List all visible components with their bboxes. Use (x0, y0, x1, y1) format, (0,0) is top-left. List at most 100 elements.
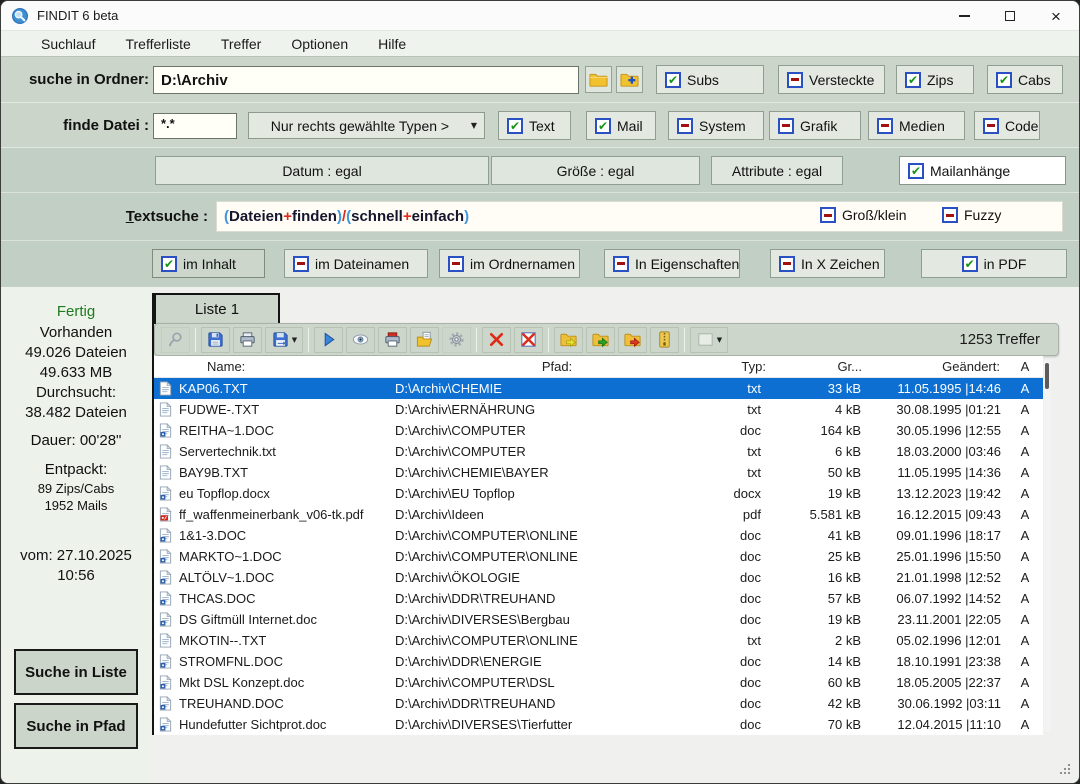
vertical-scrollbar[interactable] (1044, 360, 1051, 732)
close-button[interactable]: × (1033, 1, 1079, 31)
tab-liste-1[interactable]: Liste 1 (154, 293, 280, 324)
menu-item-suchlauf[interactable]: Suchlauf (41, 36, 95, 52)
file-type-doc-icon (159, 717, 172, 732)
file-name: THCAS.DOC (177, 588, 391, 609)
gro-klein-toggle[interactable]: Groß/klein (820, 207, 907, 223)
copy-folder-yellow-button[interactable] (554, 327, 583, 353)
menu-item-treffer[interactable]: Treffer (221, 36, 261, 52)
settings-gear-button[interactable] (442, 327, 471, 353)
file-type: doc (723, 672, 773, 693)
table-row[interactable]: ALTÖLV~1.DOCD:\Archiv\ÖKOLOGIEdoc16 kB21… (154, 567, 1043, 588)
table-row[interactable]: STROMFNL.DOCD:\Archiv\DDR\ENERGIEdoc14 k… (154, 651, 1043, 672)
maximize-button[interactable] (987, 1, 1033, 31)
im-inhalt-toggle[interactable]: ✔im Inhalt (152, 249, 265, 278)
column-header-typ[interactable]: Typ: (723, 356, 773, 377)
delete-all-button[interactable] (514, 327, 543, 353)
table-row[interactable]: 1&1-3.DOCD:\Archiv\COMPUTER\ONLINEdoc41 … (154, 525, 1043, 546)
toggle-label: Text (529, 118, 555, 134)
file-size: 16 kB (773, 567, 869, 588)
add-folder-button[interactable] (616, 66, 643, 93)
table-row[interactable]: Mkt DSL Konzept.docD:\Archiv\COMPUTER\DS… (154, 672, 1043, 693)
file-path: D:\Archiv\DDR\TREUHAND (391, 693, 723, 714)
im-dateinamen-toggle[interactable]: im Dateinamen (284, 249, 428, 278)
zips-toggle[interactable]: ✔Zips (896, 65, 974, 94)
file-icon-cell (154, 588, 177, 609)
file-pattern-input[interactable]: *.* (153, 113, 237, 139)
gr-e-filter-button[interactable]: Größe : egal (491, 156, 700, 185)
copy-folder-green-button[interactable] (586, 327, 615, 353)
file-path: D:\Archiv\DIVERSES\Tierfutter (391, 714, 723, 735)
column-header-name[interactable]: Name: (177, 356, 391, 377)
search-in-path-button[interactable]: Suche in Pfad (14, 703, 138, 749)
play-button[interactable] (314, 327, 343, 353)
medien-toggle[interactable]: Medien (868, 111, 965, 140)
column-header-icon[interactable] (154, 356, 177, 377)
copy-folder-red-button[interactable] (618, 327, 647, 353)
table-row[interactable]: ff_waffenmeinerbank_v06-tk.pdfD:\Archiv\… (154, 504, 1043, 525)
fuzzy-toggle[interactable]: Fuzzy (942, 207, 1001, 223)
toolbar-separator (548, 328, 549, 352)
print-report-button[interactable] (378, 327, 407, 353)
table-row[interactable]: MKOTIN--.TXTD:\Archiv\COMPUTER\ONLINEtxt… (154, 630, 1043, 651)
file-type-txt-icon (159, 402, 172, 417)
search-in-list-button[interactable]: Suche in Liste (14, 649, 138, 695)
file-modified: 18.05.2005 |22:37 (869, 672, 1007, 693)
browse-folder-button[interactable] (585, 66, 612, 93)
attribute-filter-button[interactable]: Attribute : egal (711, 156, 843, 185)
code-toggle[interactable]: Code (974, 111, 1040, 140)
mailanh-nge-toggle[interactable]: ✔Mailanhänge (899, 156, 1066, 185)
minimize-button[interactable] (941, 1, 987, 31)
type-filter-dropdown[interactable]: Nur rechts gewählte Typen > ▼ (248, 112, 485, 139)
column-header-gr[interactable]: Gr... (773, 356, 869, 377)
table-row[interactable]: BAY9B.TXTD:\Archiv\CHEMIE\BAYERtxt50 kB1… (154, 462, 1043, 483)
mail-toggle[interactable]: ✔Mail (586, 111, 656, 140)
in-pdf-toggle[interactable]: ✔in PDF (921, 249, 1067, 278)
cabs-toggle[interactable]: ✔Cabs (987, 65, 1063, 94)
preview-eye-button[interactable] (346, 327, 375, 353)
column-header-ge-ndert[interactable]: Geändert: (869, 356, 1007, 377)
menu-item-trefferliste[interactable]: Trefferliste (125, 36, 190, 52)
copy-folder-yellow-icon (559, 330, 578, 349)
menu-item-optionen[interactable]: Optionen (291, 36, 348, 52)
table-row[interactable]: TREUHAND.DOCD:\Archiv\DDR\TREUHANDdoc42 … (154, 693, 1043, 714)
duration-text: Dauer: 00'28" (1, 431, 151, 451)
subs-toggle[interactable]: ✔Subs (656, 65, 764, 94)
file-path: D:\Archiv\COMPUTER\ONLINE (391, 546, 723, 567)
column-header-pfad[interactable]: Pfad: (391, 356, 723, 377)
in-eigenschaften-toggle[interactable]: In Eigenschaften (604, 249, 740, 278)
menu-item-hilfe[interactable]: Hilfe (378, 36, 406, 52)
system-toggle[interactable]: System (668, 111, 764, 140)
column-header-a[interactable]: A (1007, 356, 1043, 377)
text-search-input[interactable]: (Dateien + finden) / (schnell + einfach)… (216, 201, 1063, 232)
grafik-toggle[interactable]: Grafik (769, 111, 861, 140)
in-x-zeichen-toggle[interactable]: In X Zeichen (770, 249, 885, 278)
delete-all-icon (519, 330, 538, 349)
versteckte-toggle[interactable]: Versteckte (778, 65, 885, 94)
table-row[interactable]: Hundefutter Sichtprot.docD:\Archiv\DIVER… (154, 714, 1043, 735)
search-again-button[interactable] (161, 327, 190, 353)
im-ordnernamen-toggle[interactable]: im Ordnernamen (439, 249, 580, 278)
table-row[interactable]: KAP06.TXTD:\Archiv\CHEMIEtxt33 kB11.05.1… (154, 378, 1043, 399)
table-row[interactable]: eu Topflop.docxD:\Archiv\EU Topflopdocx1… (154, 483, 1043, 504)
print-button[interactable] (233, 327, 262, 353)
save-button[interactable] (201, 327, 230, 353)
scrollbar-thumb[interactable] (1045, 363, 1049, 389)
folder-path-input[interactable]: D:\Archiv (153, 66, 579, 94)
open-file-button[interactable] (410, 327, 439, 353)
resize-grip[interactable] (1060, 764, 1072, 776)
table-row[interactable]: THCAS.DOCD:\Archiv\DDR\TREUHANDdoc57 kB0… (154, 588, 1043, 609)
save-as-button[interactable]: ▼ (265, 327, 303, 353)
checkbox-minus-icon (779, 256, 795, 272)
table-row[interactable]: FUDWE-.TXTD:\Archiv\ERNÄHRUNGtxt4 kB30.0… (154, 399, 1043, 420)
table-row[interactable]: DS Giftmüll Internet.docD:\Archiv\DIVERS… (154, 609, 1043, 630)
datum-filter-button[interactable]: Datum : egal (155, 156, 489, 185)
layout-dropdown-button[interactable]: ▼ (690, 327, 728, 353)
delete-button[interactable] (482, 327, 511, 353)
delete-icon (487, 330, 506, 349)
table-row[interactable]: Servertechnik.txtD:\Archiv\COMPUTERtxt6 … (154, 441, 1043, 462)
unpacked-stat: 89 Zips/Cabs (1, 480, 151, 497)
text-toggle[interactable]: ✔Text (498, 111, 571, 140)
table-row[interactable]: REITHA~1.DOCD:\Archiv\COMPUTERdoc164 kB3… (154, 420, 1043, 441)
table-row[interactable]: MARKTO~1.DOCD:\Archiv\COMPUTER\ONLINEdoc… (154, 546, 1043, 567)
zip-button[interactable] (650, 327, 679, 353)
